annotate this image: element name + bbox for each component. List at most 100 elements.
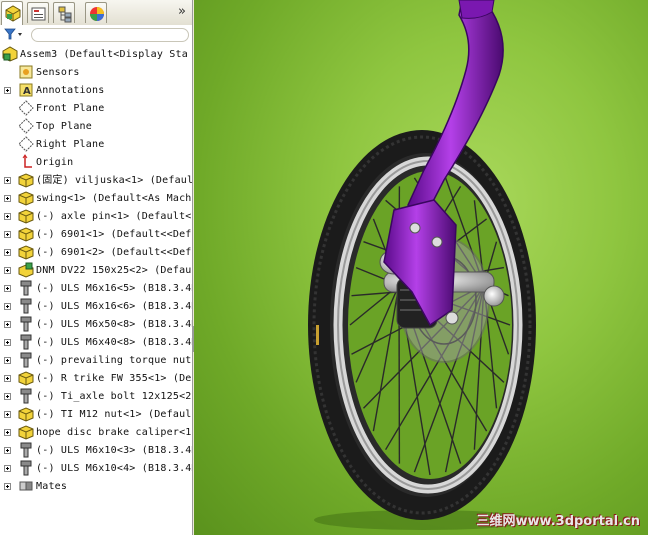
tree-item-label: DNM DV22 150x25<2> (Defaul — [36, 265, 193, 276]
part-icon — [18, 172, 34, 188]
watermark: 三维网www.3dportal.cn — [476, 514, 640, 529]
tree-item-label: (-) ULS M6x10<4> (B18.3.4M — [36, 463, 193, 474]
tree-item-label: (-) ULS M6x16<6> (B18.3.4M — [36, 301, 193, 312]
tree-item-label: swing<1> (Default<As Mach — [36, 193, 192, 204]
tree-item[interactable]: (-) R trike FW 355<1> (De — [0, 370, 192, 388]
expand-toggle-icon[interactable] — [4, 285, 11, 292]
expand-toggle-icon[interactable] — [4, 213, 11, 220]
svg-text:A: A — [23, 86, 31, 97]
bolt-icon — [18, 352, 34, 368]
tree-item[interactable]: (-) 6901<1> (Default<<Def — [0, 226, 192, 244]
filter-search-field[interactable] — [31, 28, 189, 42]
expand-toggle-icon[interactable] — [4, 249, 11, 256]
tree-item-label: Top Plane — [36, 121, 92, 132]
tree-item-label: (-) prevailing torque nut — [36, 355, 192, 366]
tree-item-label: (-) Ti_axle bolt 12x125<2 — [36, 391, 192, 402]
origin-icon — [18, 154, 34, 170]
bolt-icon — [18, 298, 34, 314]
tree-item-label: (固定) viljuska<1> (Defaul — [36, 175, 193, 186]
part-icon — [18, 370, 34, 386]
expand-toggle-icon[interactable] — [4, 411, 11, 418]
sensor-icon — [18, 64, 34, 80]
mates-icon — [18, 478, 34, 494]
part-icon — [18, 226, 34, 242]
tree-item-label: (-) ULS M6x10<3> (B18.3.4M — [36, 445, 193, 456]
tree-item[interactable]: Sensors — [0, 64, 192, 82]
expand-toggle-icon[interactable] — [4, 465, 11, 472]
tree-item[interactable]: Mates — [0, 478, 192, 496]
bolt-icon — [18, 316, 34, 332]
expand-toggle-icon[interactable] — [4, 267, 11, 274]
wheel-model — [308, 0, 536, 530]
tree-item[interactable]: Right Plane — [0, 136, 192, 154]
tree-item[interactable]: Front Plane — [0, 100, 192, 118]
tree-item[interactable]: (-) prevailing torque nut — [0, 352, 192, 370]
tree-item-label: Annotations — [36, 85, 105, 96]
tree-item[interactable]: (-) ULS M6x16<6> (B18.3.4M — [0, 298, 193, 316]
annotation-icon: A — [18, 82, 34, 98]
tree-item[interactable]: (固定) viljuska<1> (Defaul — [0, 172, 193, 190]
tree-item[interactable]: Assem3 (Default<Display Sta — [0, 46, 192, 64]
expand-toggle-icon[interactable] — [4, 483, 11, 490]
part-icon — [18, 190, 34, 206]
part-icon — [18, 244, 34, 260]
filter-button[interactable] — [3, 27, 29, 42]
expand-toggle-icon[interactable] — [4, 393, 11, 400]
part-icon — [18, 406, 34, 422]
tree-item[interactable]: swing<1> (Default<As Mach — [0, 190, 192, 208]
tree-item[interactable]: Top Plane — [0, 118, 192, 136]
tree-item-label: Front Plane — [36, 103, 105, 114]
feature-tree-icon — [5, 5, 21, 22]
expand-toggle-icon[interactable] — [4, 303, 11, 310]
expand-toggle-icon[interactable] — [4, 195, 11, 202]
tree-item-label: Right Plane — [36, 139, 105, 150]
tab-configuration-manager[interactable] — [53, 2, 75, 23]
expand-toggle-icon[interactable] — [4, 357, 11, 364]
tree-item-label: (-) 6901<2> (Default<<Def — [36, 247, 192, 258]
tab-feature-manager[interactable] — [1, 1, 23, 25]
tree-item-label: Mates — [36, 481, 68, 492]
feature-manager-panel: » Assem3 (Default<Display Sta Sensors A Ann… — [0, 0, 193, 535]
tree-item[interactable]: (-) ULS M6x16<5> (B18.3.4M — [0, 280, 193, 298]
tree-item[interactable]: (-) ULS M6x40<8> (B18.3.4M — [0, 334, 193, 352]
bolt-icon — [18, 442, 34, 458]
tree-item[interactable]: (-) ULS M6x10<4> (B18.3.4M — [0, 460, 193, 478]
tree-item-label: hope disc brake caliper<1 — [36, 427, 192, 438]
tree-item-label: (-) R trike FW 355<1> (De — [36, 373, 192, 384]
expand-toggle-icon[interactable] — [4, 447, 11, 454]
tree-item[interactable]: (-) axle pin<1> (Default< — [0, 208, 192, 226]
expand-toggle-icon[interactable] — [4, 231, 11, 238]
tree-item[interactable]: hope disc brake caliper<1 — [0, 424, 192, 442]
more-tabs-chevron-icon[interactable]: » — [175, 3, 189, 21]
tree-item[interactable]: DNM DV22 150x25<2> (Defaul — [0, 262, 193, 280]
tree-item-label: Origin — [36, 157, 74, 168]
part-icon — [18, 208, 34, 224]
plane-icon — [18, 136, 34, 152]
bolt-icon — [18, 388, 34, 404]
tree-item-label: (-) TI M12 nut<1> (Defaul — [36, 409, 192, 420]
expand-toggle-icon[interactable] — [4, 429, 11, 436]
tree-item[interactable]: Origin — [0, 154, 192, 172]
expand-toggle-icon[interactable] — [4, 321, 11, 328]
tree-item[interactable]: (-) 6901<2> (Default<<Def — [0, 244, 192, 262]
expand-toggle-icon[interactable] — [4, 177, 11, 184]
property-icon — [31, 7, 46, 21]
tree-item-label: (-) ULS M6x16<5> (B18.3.4M — [36, 283, 193, 294]
tree-item[interactable]: (-) ULS M6x10<3> (B18.3.4M — [0, 442, 193, 460]
tree-item[interactable]: (-) Ti_axle bolt 12x125<2 — [0, 388, 192, 406]
graphics-viewport[interactable]: 三维网www.3dportal.cn — [194, 0, 648, 535]
expand-toggle-icon[interactable] — [4, 87, 11, 94]
tree-item[interactable]: A Annotations — [0, 82, 192, 100]
appearance-icon — [90, 7, 104, 21]
tab-property-manager[interactable] — [27, 2, 49, 23]
subassembly-icon — [18, 262, 34, 278]
tree-item[interactable]: (-) TI M12 nut<1> (Defaul — [0, 406, 192, 424]
expand-toggle-icon[interactable] — [4, 339, 11, 346]
tree-item-label: Sensors — [36, 67, 80, 78]
assembly-icon — [2, 46, 18, 62]
expand-toggle-icon[interactable] — [4, 375, 11, 382]
tree-item-label: (-) ULS M6x40<8> (B18.3.4M — [36, 337, 193, 348]
tab-display-manager[interactable] — [85, 2, 107, 23]
tree-item[interactable]: (-) ULS M6x50<8> (B18.3.4M — [0, 316, 192, 334]
bolt-icon — [18, 280, 34, 296]
